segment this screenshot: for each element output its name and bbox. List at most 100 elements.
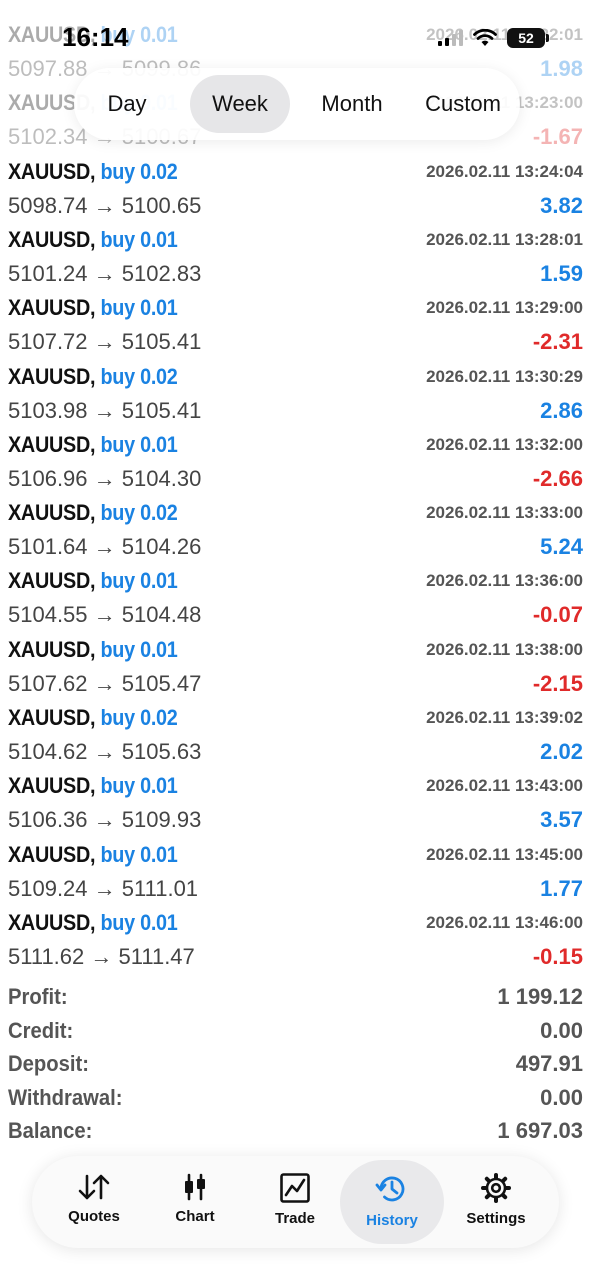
summary-value: 1 697.03: [497, 1118, 583, 1143]
battery-icon: 52: [507, 28, 549, 48]
trade-side: buy 0.01: [100, 909, 178, 935]
trade-side: buy 0.02: [100, 363, 178, 389]
trade-symbol: XAUUSD, buy 0.02: [8, 496, 178, 530]
bottom-tab-bar: Quotes Chart Trade History Settings: [32, 1156, 559, 1248]
trade-symbol-name: XAUUSD,: [8, 909, 96, 935]
close-price: 5109.93: [121, 807, 202, 833]
tab-trade-label: Trade: [274, 1210, 316, 1227]
trade-profit: 1.77: [540, 875, 583, 901]
trade-symbol-name: XAUUSD,: [8, 431, 96, 457]
trade-symbol-name: XAUUSD,: [8, 363, 96, 389]
trade-prices: 5101.24 → 5102.83: [8, 257, 201, 291]
summary-value: 0.00: [540, 1017, 583, 1043]
trade-row[interactable]: XAUUSD, buy 0.02 2026.02.11 13:39:02 5104.…: [0, 701, 591, 769]
open-price: 5107.72: [8, 329, 88, 355]
trade-time: 2026.02.11 13:43:00: [426, 776, 583, 796]
trade-row[interactable]: XAUUSD, buy 0.01 2026.02.11 13:46:00 5111.…: [0, 906, 591, 974]
arrow-icon: →: [93, 602, 116, 628]
trade-time: 2026.02.11 13:45:00: [426, 844, 583, 864]
trade-symbol-name: XAUUSD,: [8, 295, 96, 321]
status-bar: 16:14 52: [0, 18, 591, 62]
trade-symbol-name: XAUUSD,: [8, 705, 96, 730]
tab-chart[interactable]: Chart: [143, 1160, 247, 1244]
trade-side: buy 0.02: [100, 705, 178, 730]
trade-symbol: XAUUSD, buy 0.02: [8, 155, 178, 189]
trade-row[interactable]: XAUUSD, buy 0.02 2026.02.11 13:30:29 5103.…: [0, 360, 591, 428]
trade-symbol-name: XAUUSD,: [8, 226, 96, 252]
arrow-icon: →: [93, 739, 116, 764]
trade-row[interactable]: XAUUSD, buy 0.02 2026.02.11 13:33:00 5101.…: [0, 496, 591, 564]
trade-side: buy 0.02: [100, 158, 178, 184]
trade-profit: 2.86: [540, 397, 583, 423]
period-tab-month[interactable]: Month: [306, 75, 398, 133]
trade-prices: 5104.62 → 5105.63: [8, 735, 201, 769]
trade-row[interactable]: XAUUSD, buy 0.01 2026.02.11 13:28:01 5101.…: [0, 223, 591, 291]
tab-quotes-label: Quotes: [68, 1208, 120, 1225]
trade-symbol: XAUUSD, buy 0.02: [8, 701, 178, 735]
close-price: 5104.48: [121, 602, 202, 628]
status-icons: 52: [438, 28, 549, 48]
arrow-icon: →: [93, 192, 116, 218]
arrow-icon: →: [93, 807, 116, 833]
trade-profit: 3.57: [540, 807, 583, 833]
trade-time: 2026.02.11 13:33:00: [426, 503, 583, 523]
summary-label: Credit:: [8, 1017, 74, 1043]
close-price: 5100.65: [121, 192, 202, 218]
trade-prices: 5103.98 → 5105.41: [8, 394, 201, 428]
summary-row: Credit: 0.00: [0, 1014, 591, 1048]
open-price: 5106.96: [8, 465, 88, 491]
summary-label: Balance:: [8, 1118, 93, 1143]
trade-row[interactable]: XAUUSD, buy 0.01 2026.02.11 13:45:00 5109.…: [0, 838, 591, 906]
open-price: 5111.62: [8, 943, 85, 969]
trade-row[interactable]: XAUUSD, buy 0.01 2026.02.11 13:36:00 5104.…: [0, 564, 591, 632]
trade-time: 2026.02.11 13:36:00: [426, 571, 583, 591]
arrow-icon: →: [93, 329, 116, 355]
trade-symbol-name: XAUUSD,: [8, 773, 96, 799]
tab-settings[interactable]: Settings: [444, 1160, 548, 1244]
trade-time: 2026.02.11 13:24:04: [426, 161, 583, 181]
close-price: 5105.63: [121, 739, 202, 764]
trade-profit: -0.07: [532, 602, 583, 628]
arrow-icon: →: [93, 260, 116, 286]
tab-history[interactable]: History: [340, 1160, 444, 1244]
tab-trade[interactable]: Trade: [243, 1160, 347, 1244]
trade-prices: 5098.74 → 5100.65: [8, 189, 201, 223]
trade-symbol-name: XAUUSD,: [8, 158, 96, 184]
trade-side: buy 0.01: [100, 773, 178, 799]
summary-value: 1 199.12: [497, 984, 583, 1009]
trade-row[interactable]: XAUUSD, buy 0.01 2026.02.11 13:38:00 5107.…: [0, 633, 591, 701]
trade-symbol: XAUUSD, buy 0.01: [8, 838, 178, 872]
trade-row[interactable]: XAUUSD, buy 0.02 2026.02.11 13:24:04 5098.…: [0, 155, 591, 223]
summary-label: Profit:: [8, 984, 68, 1009]
history-clock-icon: [375, 1176, 405, 1202]
trade-time: 2026.02.11 13:32:00: [426, 434, 583, 454]
summary-row: Balance: 1 697.03: [0, 1114, 591, 1148]
trade-symbol: XAUUSD, buy 0.01: [8, 769, 178, 803]
trade-row[interactable]: XAUUSD, buy 0.01 2026.02.11 13:32:00 5106.…: [0, 428, 591, 496]
trade-symbol: XAUUSD, buy 0.01: [8, 223, 178, 257]
summary-label: Withdrawal:: [8, 1084, 123, 1110]
period-tab-day[interactable]: Day: [88, 75, 166, 133]
trade-time: 2026.02.11 13:46:00: [426, 912, 583, 932]
close-price: 5111.01: [121, 875, 199, 901]
close-price: 5104.26: [121, 534, 202, 560]
arrow-icon: →: [90, 943, 113, 969]
period-tab-week[interactable]: Week: [190, 75, 290, 133]
trade-row[interactable]: XAUUSD, buy 0.01 2026.02.11 13:29:00 5107.…: [0, 291, 591, 359]
trade-prices: 5109.24 → 5111.01: [8, 872, 198, 906]
tab-settings-label: Settings: [466, 1210, 526, 1227]
period-tab-custom[interactable]: Custom: [414, 75, 512, 133]
open-price: 5104.55: [8, 602, 88, 628]
tab-quotes[interactable]: Quotes: [42, 1160, 146, 1244]
summary-row: Profit: 1 199.12: [0, 980, 591, 1014]
trade-time: 2026.02.11 13:28:01: [426, 229, 583, 249]
trade-profit: 1.59: [540, 260, 583, 286]
open-price: 5101.24: [8, 260, 88, 286]
cellular-signal-icon: [438, 30, 463, 46]
trade-row[interactable]: XAUUSD, buy 0.01 2026.02.11 13:43:00 5106.…: [0, 769, 591, 837]
arrow-icon: →: [93, 875, 116, 901]
summary-row: Withdrawal: 0.00: [0, 1081, 591, 1115]
trade-prices: 5107.62 → 5105.47: [8, 667, 201, 701]
trade-time: 2026.02.11 13:39:02: [426, 708, 583, 727]
trade-symbol-name: XAUUSD,: [8, 636, 96, 662]
